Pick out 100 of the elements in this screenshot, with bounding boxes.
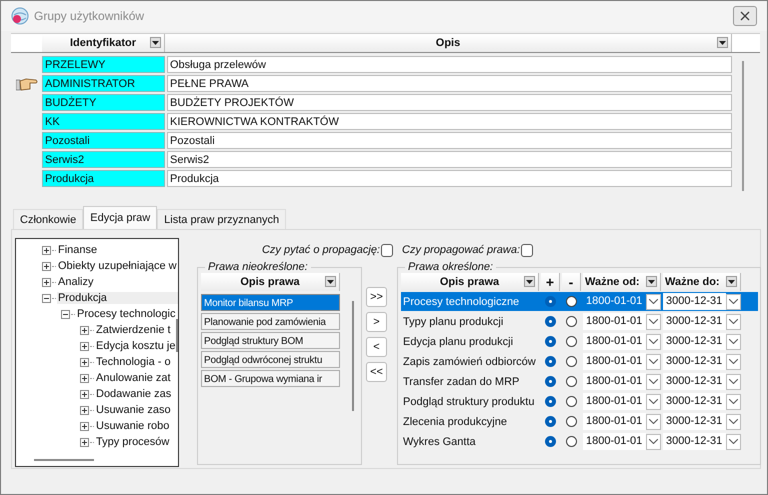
radio-button[interactable] [545,336,556,347]
tab[interactable]: Członkowie [13,209,84,229]
chevron-down-icon[interactable] [726,394,741,410]
collapse-icon[interactable] [61,310,70,318]
table-row[interactable]: Podgląd struktury produktu 1800-01-01 3000-12-31 [401,392,758,411]
tree-item[interactable]: Edycja kosztu je [95,340,176,352]
radio-button[interactable] [545,436,556,447]
tree-item[interactable]: Obiekty uzupełniające w [57,260,178,272]
tree-item[interactable]: Anulowanie zat [95,372,172,384]
table-cell: Produkcja [42,170,165,187]
table-row[interactable]: Procesy technologiczne 1800-01-01 3000-12-31 [401,292,758,311]
chevron-down-icon[interactable] [646,294,661,310]
scrollbar[interactable] [34,459,94,461]
tree-item[interactable]: Analizy [57,276,94,288]
radio-button[interactable] [566,356,577,367]
list-item[interactable]: Podgląd struktury BOM [201,332,340,349]
table-cell: Serwis2 [42,151,165,168]
checkbox[interactable] [381,244,393,256]
chevron-down-icon[interactable] [646,354,661,370]
chevron-down-icon[interactable] [726,334,741,350]
expand-icon[interactable] [80,406,89,414]
tree-item[interactable]: Finanse [57,244,98,256]
table-cell: Pozostali [167,132,732,149]
expand-icon[interactable] [80,342,89,350]
radio-button[interactable] [545,356,556,367]
expand-icon[interactable] [80,390,89,398]
chevron-down-icon[interactable] [646,434,661,450]
column-header[interactable]: - [562,273,581,291]
tree-item[interactable]: Dodawanie zas [95,388,172,400]
radio-button[interactable] [566,316,577,327]
chevron-down-icon[interactable] [726,414,741,430]
list-item[interactable]: BOM - Grupowa wymiana ir [201,370,340,387]
radio-button[interactable] [545,376,556,387]
radio-button[interactable] [566,376,577,387]
expand-icon[interactable] [42,262,51,270]
table-row[interactable]: Edycja planu produkcji 1800-01-01 3000-12-31 [401,332,758,351]
close-button[interactable] [733,6,757,26]
expand-icon[interactable] [80,422,89,430]
expand-icon[interactable] [80,438,89,446]
list-item[interactable]: Monitor bilansu MRP [201,294,340,311]
chevron-down-icon[interactable] [646,414,661,430]
collapse-icon[interactable] [42,294,51,302]
chevron-down-icon[interactable] [726,314,741,330]
scrollbar[interactable] [352,301,354,411]
table-row[interactable]: Transfer zadan do MRP 1800-01-01 3000-12-31 [401,372,758,391]
chevron-down-icon[interactable] [726,294,741,310]
tree-item[interactable]: Technologia - o [95,356,172,368]
column-header[interactable]: Identyfikator [42,34,165,52]
table-row[interactable]: Typy planu produkcji 1800-01-01 3000-12-31 [401,312,758,331]
checkbox[interactable] [521,244,534,256]
table-row[interactable]: Zapis zamówień odbiorców 1800-01-01 3000-12-31 [401,352,758,371]
close-icon [740,11,750,21]
tree-item[interactable]: Usuwanie robo [95,420,170,432]
table-row[interactable]: Wykres Gantta 1800-01-01 3000-12-31 [401,432,758,451]
radio-button[interactable] [566,436,577,447]
chevron-down-icon[interactable] [646,394,661,410]
radio-button[interactable] [566,416,577,427]
column-header[interactable]: Ważne od: [583,273,661,291]
table-cell: Serwis2 [167,151,732,168]
radio-button[interactable] [545,316,556,327]
tree-item[interactable]: Produkcja [56,292,178,304]
chevron-down-icon[interactable] [726,354,741,370]
column-header[interactable]: Ważne do: [663,273,741,291]
expand-icon[interactable] [80,326,89,334]
expand-icon[interactable] [80,374,89,382]
tree-item[interactable]: Zatwierdzenie t [95,324,172,336]
column-header[interactable]: Opis [165,34,732,52]
table-cell-text: Podgląd struktury produktu [402,396,536,408]
chevron-down-icon[interactable] [646,334,661,350]
chevron-down-icon[interactable] [646,314,661,330]
radio-button[interactable] [566,296,577,307]
radio-button[interactable] [545,416,556,427]
tree-item[interactable]: Procesy technologic [76,308,176,320]
expand-icon[interactable] [80,358,89,366]
table-row[interactable]: Zlecenia produkcyjne 1800-01-01 3000-12-31 [401,412,758,431]
radio-button[interactable] [545,396,556,407]
chevron-down-icon[interactable] [726,434,741,450]
move-button[interactable]: > [366,312,387,332]
move-button[interactable]: >> [366,287,387,307]
move-button[interactable]: << [366,362,387,382]
scrollbar[interactable] [742,61,744,191]
chevron-down-icon[interactable] [726,374,741,390]
expand-icon[interactable] [42,246,51,254]
tree-item[interactable]: Typy procesów [95,436,170,448]
radio-button[interactable] [566,336,577,347]
radio-button[interactable] [566,396,577,407]
expand-icon[interactable] [42,278,51,286]
tab[interactable]: Lista praw przyznanych [157,209,286,229]
list-item[interactable]: Podgląd odwróconej struktu [201,351,340,368]
radio-button[interactable] [545,296,556,307]
column-header[interactable]: Opis prawa [201,273,340,291]
column-header[interactable]: + [541,273,560,291]
chevron-down-icon[interactable] [646,374,661,390]
table-cell: KIEROWNICTWA KONTRAKTÓW [167,113,732,130]
list-item[interactable]: Planowanie pod zamówienia [201,313,340,330]
table-cell-text: Zapis zamówień odbiorców [402,356,537,368]
tab[interactable]: Edycja praw [83,206,158,229]
column-header[interactable]: Opis prawa [401,273,539,291]
move-button[interactable]: < [366,337,387,357]
tree-item[interactable]: Usuwanie zaso [95,404,172,416]
